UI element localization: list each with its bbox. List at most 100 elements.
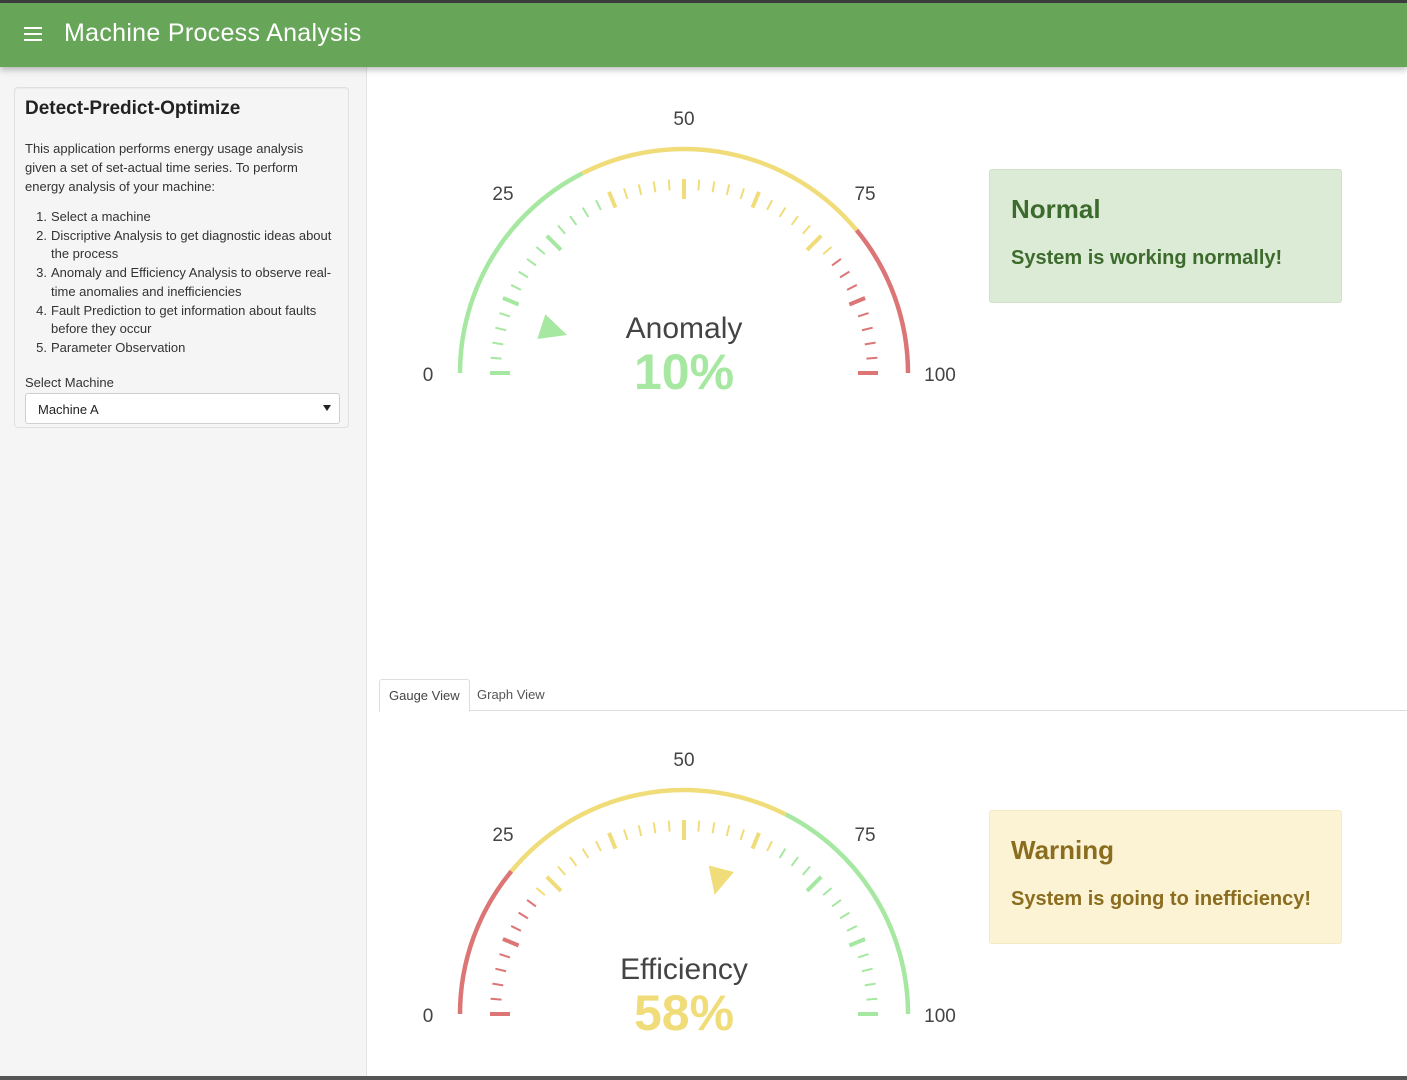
gauge-value: 10% (634, 344, 734, 400)
gauge-scale-label: 50 (673, 109, 694, 130)
gauge-tick (637, 825, 643, 837)
select-machine-label: Select Machine (25, 375, 114, 390)
gauge-scale-label: 75 (854, 825, 875, 846)
gauge-tick (750, 191, 761, 209)
gauge-tick (846, 925, 858, 932)
gauge-tick (518, 911, 529, 920)
warning-alert: Warning System is going to inefficiency! (989, 810, 1342, 944)
view-tabs: Gauge View Graph View (379, 679, 1407, 712)
gauge-tick (711, 822, 716, 834)
gauge-tick (848, 296, 866, 307)
gauge-tick (848, 937, 866, 948)
steps-list: 1. Select a machine 2. Discriptive Analysi… (25, 208, 345, 358)
list-item: 1. Select a machine (36, 209, 151, 224)
gauge-tick (864, 982, 876, 987)
alert-message: System is going to inefficiency! (1011, 888, 1312, 910)
gauge-tick (607, 191, 618, 209)
gauge-tick (652, 822, 657, 834)
gauge-tick (805, 875, 823, 893)
gauge-tick (861, 967, 873, 973)
gauge-tick (499, 953, 511, 959)
tab-graph-view[interactable]: Graph View (468, 679, 554, 711)
gauge-needle-marker (537, 314, 568, 340)
gauge-tick (711, 181, 716, 193)
gauge-scale-label: 50 (673, 750, 694, 771)
gauge-tick (581, 848, 590, 859)
gauge-tick (557, 224, 566, 235)
gauge-tick (545, 875, 563, 893)
sidebar-description: This application performs energy usage a… (25, 141, 304, 194)
gauge-tick (526, 258, 537, 267)
efficiency-gauge: 0 25 50 75 100 Efficiency58% (423, 750, 956, 1041)
gauge-tick (839, 270, 850, 279)
hamburger-menu-icon[interactable] (24, 27, 42, 41)
gauge-tick (864, 341, 876, 346)
gauge-scale-label: 0 (423, 1006, 434, 1027)
gauge-tick (526, 899, 537, 908)
gauge-tick (725, 184, 731, 196)
anomaly-gauge: 0 25 50 75 100 Anomaly10% (423, 109, 956, 400)
gauge-tick (490, 356, 502, 360)
gauge-tick (831, 258, 842, 267)
gauge-scale-label: 0 (423, 365, 434, 386)
gauge-tick (739, 188, 745, 200)
gauge-tick (495, 326, 507, 332)
list-item: 3. Anomaly and Efficiency Analysis to obs… (36, 265, 332, 299)
gauge-tick (623, 188, 629, 200)
gauge-tick (535, 246, 546, 255)
list-item: 4. Fault Prediction to get information ab… (36, 302, 317, 337)
alert-message: System is working normally! (1011, 247, 1283, 269)
gauge-tick (697, 820, 701, 832)
machine-select-value: Machine A (38, 402, 99, 417)
gauge-tick (725, 825, 731, 837)
normal-alert: Normal System is working normally! (989, 169, 1342, 303)
sidebar-heading: Detect-Predict-Optimize (25, 98, 241, 119)
list-item: 5. Parameter Observation (36, 339, 186, 355)
gauge-tick (495, 967, 507, 973)
gauge-tick (499, 312, 511, 318)
gauge-tick (802, 865, 811, 876)
machine-select[interactable]: Machine A (25, 393, 340, 424)
gauge-tick (637, 184, 643, 196)
gauge-scale-label: 25 (492, 825, 513, 846)
tab-gauge-view[interactable]: Gauge View (379, 679, 470, 712)
caret-down-icon (323, 405, 331, 411)
gauge-tick (778, 207, 787, 218)
gauge-tick (766, 840, 773, 852)
main-content: 0 25 50 75 100 Anomaly 10% Normal System is wo… (368, 67, 1407, 1076)
gauge-tick (697, 179, 701, 191)
gauge-tick (502, 296, 520, 307)
gauge-tick (545, 234, 563, 252)
alert-title: Normal (1011, 194, 1101, 224)
gauge-tick (595, 199, 602, 211)
gauge-scale-label: 25 (492, 184, 513, 205)
gauge-band-0 (457, 869, 514, 1015)
gauge-tick (518, 270, 529, 279)
gauge-tick (805, 234, 823, 252)
gauge-tick (569, 856, 578, 867)
gauge-tick (790, 856, 799, 867)
gauge-tick (778, 848, 787, 859)
gauge-tick (766, 199, 773, 211)
gauge-scale-label: 75 (854, 184, 875, 205)
gauge-tick (750, 832, 761, 850)
gauge-tick (866, 997, 878, 1001)
gauge-band-2 (854, 228, 911, 374)
gauge-title: Anomaly (626, 312, 743, 345)
alert-title: Warning (1011, 835, 1115, 865)
gauge-tick (831, 899, 842, 908)
gauge-tick (739, 829, 745, 841)
app-title: Machine Process Analysis (64, 19, 362, 47)
gauge-needle-marker (708, 865, 734, 895)
sidebar-panel: Detect-Predict-Optimize This application… (14, 87, 349, 428)
gauge-tick (667, 179, 671, 191)
gauge-tick (535, 887, 546, 896)
gauge-title: Efficiency (620, 953, 748, 986)
gauge-tick (839, 911, 850, 920)
gauge-tick (492, 341, 504, 346)
gauge-tick (623, 829, 629, 841)
gauge-value: 58% (634, 985, 734, 1041)
gauge-tick (846, 284, 858, 291)
gauge-tick (822, 887, 833, 896)
gauge-tick (581, 207, 590, 218)
